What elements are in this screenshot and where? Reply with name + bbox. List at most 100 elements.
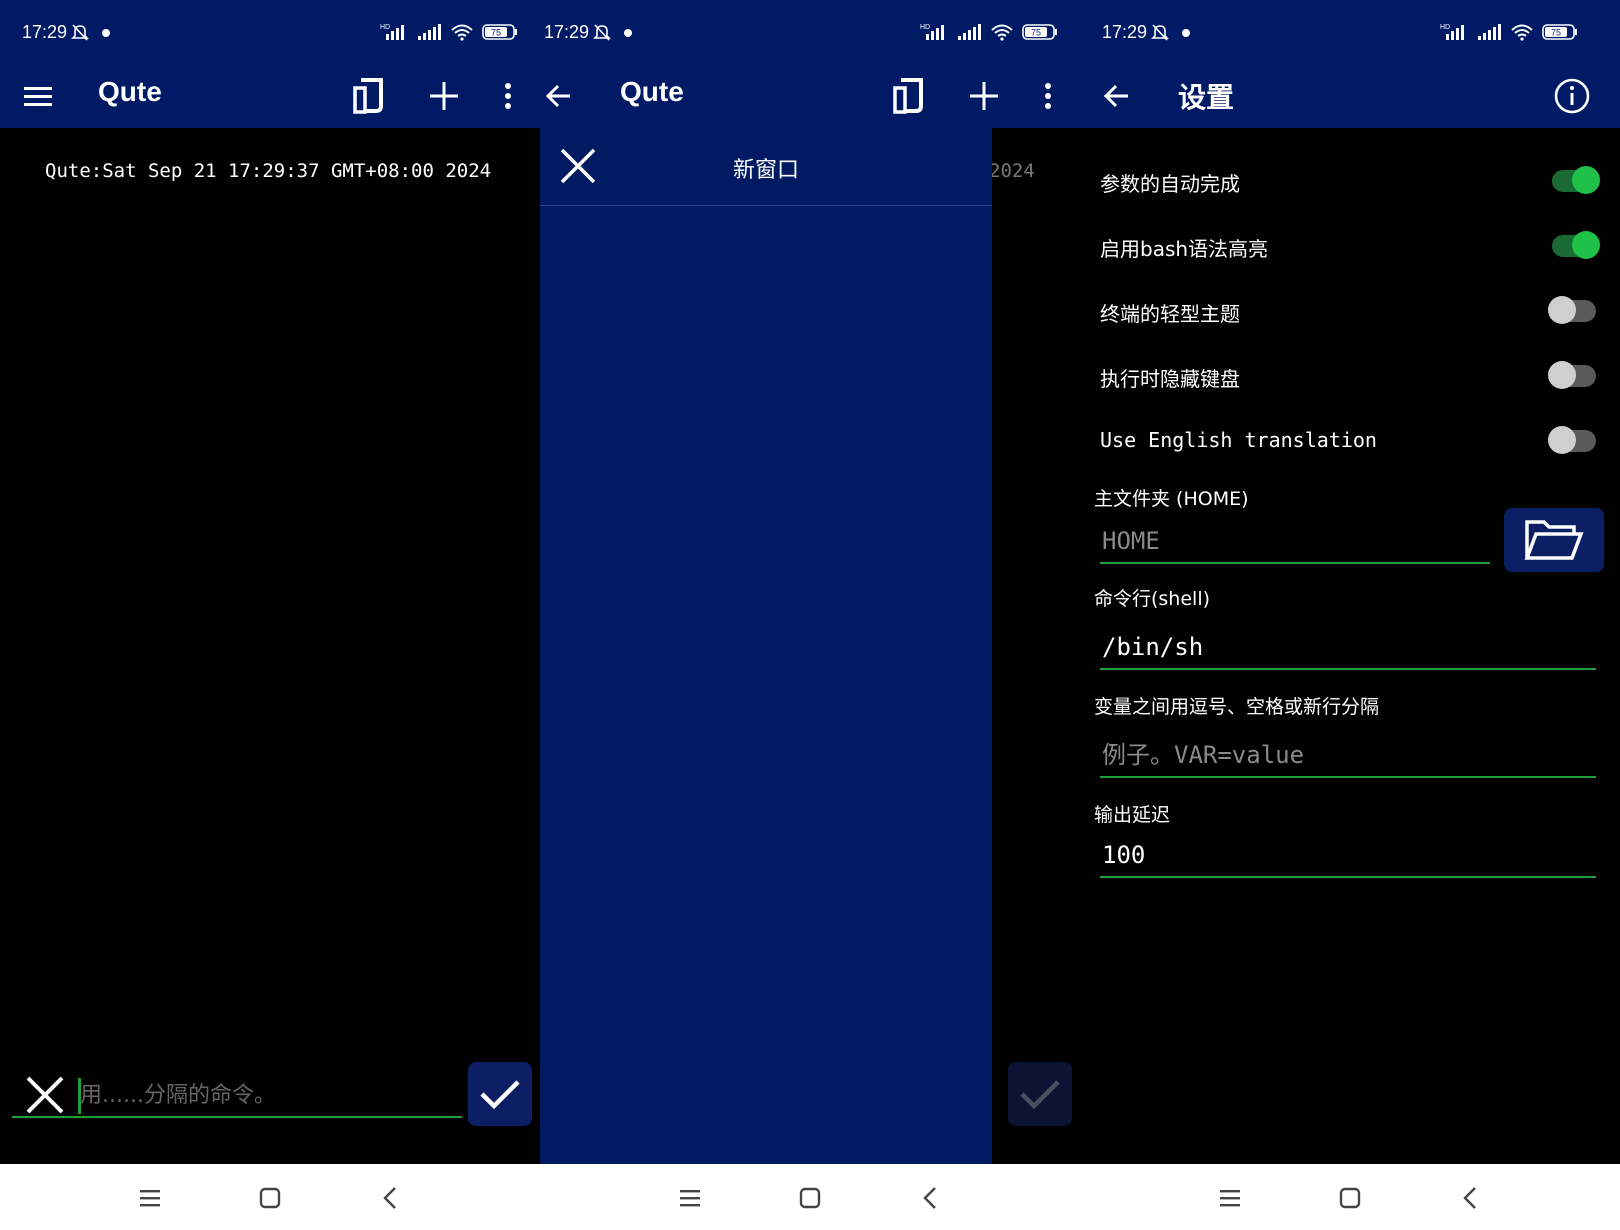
setting-label: 参数的自动完成 <box>1100 172 1240 196</box>
arrow-left-icon <box>1103 84 1128 108</box>
home-button[interactable] <box>790 1180 830 1216</box>
home-square-icon <box>259 1187 281 1209</box>
status-bar: 17:29 HD 75 <box>540 0 1080 66</box>
home-folder-label: 主文件夹 (HOME) <box>1094 488 1249 510</box>
drawer-title: 新窗口 <box>732 158 799 183</box>
status-time: 17:29 <box>22 22 68 42</box>
status-left-icons <box>1150 22 1192 42</box>
back-arrow-button[interactable] <box>1094 74 1138 118</box>
status-right-icons: HD 75 <box>920 22 1058 42</box>
setting-label: 终端的轻型主题 <box>1100 302 1240 326</box>
toggle-english[interactable] <box>1548 426 1596 454</box>
recents-icon <box>1220 1190 1240 1207</box>
back-chevron-icon <box>923 1187 936 1209</box>
signal-hd-icon: HD <box>920 24 944 40</box>
overflow-menu-button[interactable] <box>1026 74 1070 118</box>
recents-button[interactable] <box>130 1180 170 1216</box>
window-switch-button[interactable] <box>346 74 390 118</box>
plus-icon <box>430 82 458 110</box>
window-switch-icon <box>893 78 923 114</box>
status-left-icons <box>592 22 634 42</box>
toggle-knob <box>1548 426 1576 454</box>
setting-bash-highlight: 启用bash语法高亮 <box>1100 217 1600 277</box>
app-bar: 设置 <box>1080 66 1620 128</box>
setting-hide-keyboard: 执行时隐藏键盘 <box>1100 347 1600 407</box>
status-bar: 17:29 HD 75 <box>0 0 540 66</box>
toggle-bash-highlight[interactable] <box>1552 231 1600 259</box>
window-switch-button[interactable] <box>886 74 930 118</box>
recents-button[interactable] <box>1210 1180 1250 1216</box>
check-icon <box>480 1080 520 1110</box>
notification-dot-icon <box>624 29 632 37</box>
settings-screen: 17:29 HD 75 设置 参数的自动完成 启用bash语法高亮 终端的轻型主… <box>1080 0 1620 1230</box>
setting-label: 执行时隐藏键盘 <box>1100 367 1240 391</box>
check-icon <box>1020 1080 1060 1110</box>
battery-level: 75 <box>491 28 501 38</box>
output-delay-input[interactable] <box>1100 834 1596 878</box>
svg-text:HD: HD <box>380 24 390 31</box>
setting-label: 启用bash语法高亮 <box>1100 237 1269 261</box>
home-square-icon <box>799 1187 821 1209</box>
pick-folder-button[interactable] <box>1504 508 1604 572</box>
add-window-button[interactable] <box>962 74 1006 118</box>
back-button[interactable] <box>370 1180 410 1216</box>
env-vars-input[interactable] <box>1100 734 1596 778</box>
signal-icon <box>418 24 441 40</box>
new-window-screen: 17:29 HD 75 Qute 2024 新窗口 <box>540 0 1080 1230</box>
recents-button[interactable] <box>670 1180 710 1216</box>
toggle-knob <box>1572 166 1600 194</box>
arrow-left-icon <box>545 84 570 108</box>
home-square-icon <box>1339 1187 1361 1209</box>
terminal-output-partial: 2024 <box>989 160 1035 182</box>
info-button[interactable] <box>1550 74 1594 118</box>
drawer-header: 新窗口 <box>540 128 992 206</box>
back-arrow-button[interactable] <box>540 74 580 118</box>
status-right-icons: HD 75 <box>1440 22 1578 42</box>
system-nav-bar <box>1080 1164 1620 1230</box>
bell-muted-icon <box>71 24 89 41</box>
notification-dot-icon <box>102 29 110 37</box>
new-window-drawer: 新窗口 <box>540 128 992 1164</box>
app-bar: Qute <box>540 66 1080 128</box>
status-bar: 17:29 HD 75 <box>1080 0 1620 66</box>
wifi-icon <box>451 24 473 41</box>
system-nav-bar <box>540 1164 1080 1230</box>
notification-dot-icon <box>1182 29 1190 37</box>
back-chevron-icon <box>383 1187 396 1209</box>
home-folder-input[interactable] <box>1100 520 1490 564</box>
battery-level: 75 <box>1551 28 1561 38</box>
signal-icon <box>1478 24 1501 40</box>
setting-label: Use English translation <box>1100 428 1377 452</box>
setting-light-theme: 终端的轻型主题 <box>1100 282 1600 342</box>
toggle-autocomplete[interactable] <box>1552 166 1600 194</box>
signal-hd-icon: HD <box>380 24 404 40</box>
shell-input[interactable] <box>1100 626 1596 670</box>
app-title: Qute <box>620 76 684 107</box>
text-cursor <box>78 1078 81 1114</box>
status-left-icons <box>70 22 112 42</box>
status-time: 17:29 <box>1102 22 1148 42</box>
app-title: Qute <box>98 76 162 107</box>
run-command-button[interactable] <box>468 1062 532 1126</box>
back-button[interactable] <box>910 1180 950 1216</box>
back-button[interactable] <box>1450 1180 1490 1216</box>
more-vertical-icon <box>1045 83 1051 109</box>
battery-icon: 75 <box>1542 24 1577 40</box>
folder-open-icon <box>1524 520 1584 560</box>
home-button[interactable] <box>250 1180 290 1216</box>
wifi-icon <box>1511 24 1533 41</box>
signal-hd-icon: HD <box>1440 24 1464 40</box>
plus-icon <box>970 82 998 110</box>
settings-title: 设置 <box>1178 82 1235 113</box>
menu-button[interactable] <box>16 74 60 118</box>
overflow-menu-button[interactable] <box>486 74 530 118</box>
toggle-light-theme[interactable] <box>1548 296 1596 324</box>
status-time: 17:29 <box>544 22 590 42</box>
info-icon <box>1554 78 1590 114</box>
battery-level: 75 <box>1031 28 1041 38</box>
system-nav-bar <box>0 1164 540 1230</box>
add-window-button[interactable] <box>422 74 466 118</box>
toggle-hide-keyboard[interactable] <box>1548 361 1596 389</box>
bell-muted-icon <box>1151 24 1169 41</box>
home-button[interactable] <box>1330 1180 1370 1216</box>
